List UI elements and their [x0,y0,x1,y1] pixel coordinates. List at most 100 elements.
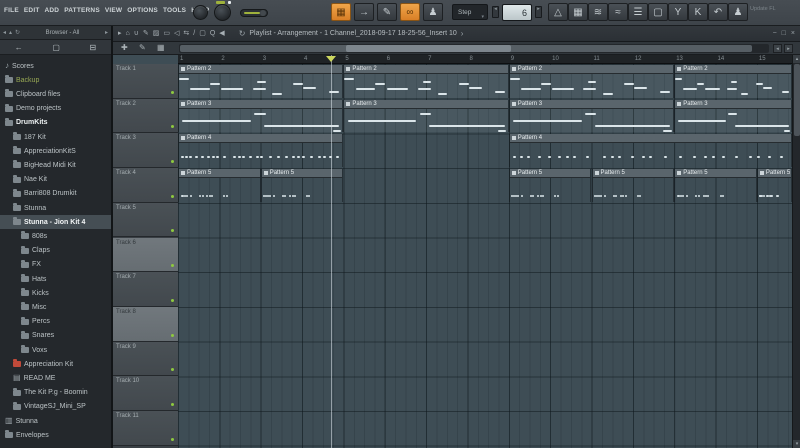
draw-mode-button[interactable]: ✎ [377,3,397,21]
tuning-fork-button[interactable]: Y [668,3,688,21]
track-enable-led[interactable] [171,195,174,198]
pattern-clip[interactable]: Pattern 2 [674,65,792,98]
browser-item[interactable]: Kicks [0,286,111,300]
browser-item[interactable]: Backup [0,73,111,87]
pattern-clip[interactable]: Pattern 2 [178,65,343,98]
track-enable-led[interactable] [171,264,174,267]
menu-add[interactable]: ADD [45,7,60,14]
menu-view[interactable]: VIEW [105,7,122,14]
browser-item[interactable]: BigHead Midi Kit [0,158,111,172]
menu-patterns[interactable]: PATTERNS [64,7,100,14]
browser-item[interactable]: Clipboard files [0,87,111,101]
track-header[interactable]: Track 6 [113,238,178,273]
vertical-scrollbar-thumb[interactable] [794,64,800,136]
detach-icon[interactable]: ▸ [118,27,122,41]
track-header[interactable]: Track 5 [113,203,178,238]
draw-icon[interactable]: ✎ [143,27,149,41]
grid-options-icon[interactable]: ▦ [157,43,165,52]
track-header[interactable]: Track 4 [113,168,178,203]
horizontal-scrollbar-thumb[interactable] [180,45,752,52]
clip-titlebar[interactable]: Pattern 5 [179,169,260,178]
clip-titlebar[interactable]: Pattern 3 [510,100,673,109]
list-button[interactable]: ☰ [628,3,648,21]
update-notice[interactable]: Update FL [750,6,796,13]
browser-title[interactable]: Browser - All [23,30,102,36]
browser-item[interactable]: Hats [0,272,111,286]
scroll-right-button[interactable]: ▸ [784,44,793,53]
pattern-clip[interactable]: Pattern 5 [509,169,592,202]
link-button[interactable]: ∞ [400,3,420,21]
pattern-plus-button[interactable]: ▸ [535,6,542,18]
typing-piano-button[interactable]: ▦ [568,3,588,21]
menu-file[interactable]: FILE [4,7,19,14]
menu-options[interactable]: OPTIONS [127,7,158,14]
browser-item[interactable]: Barri808 Drumkit [0,187,111,201]
browser-item[interactable]: ▥Stunna [0,414,111,428]
track-enable-led[interactable] [171,229,174,232]
pattern-clip[interactable]: Pattern 5 [178,169,261,202]
clip-titlebar[interactable]: Pattern 5 [593,169,674,178]
typing-keyboard-button[interactable]: ▦ [331,3,351,21]
track-header[interactable]: Track 10 [113,376,178,411]
pattern-clip[interactable]: Pattern 5 [592,169,675,202]
pattern-clip[interactable]: Pattern 4 [509,134,792,167]
browser-item[interactable]: The Kit P.g - Boomin [0,386,111,400]
slice-icon[interactable]: / [193,27,195,41]
track-header[interactable]: Track 2 [113,99,178,134]
document-button[interactable]: ▢ [648,3,668,21]
master-slider-handle[interactable] [260,10,266,16]
chevron-right-icon[interactable]: › [461,29,464,38]
browser-item[interactable]: Envelopes [0,428,111,442]
browser-item[interactable]: AppreciationKitS [0,144,111,158]
browser-item[interactable]: Stunna [0,201,111,215]
clip-titlebar[interactable]: Pattern 5 [510,169,591,178]
mute-icon[interactable]: ◁ [174,27,179,41]
browser-item[interactable]: ▤READ ME [0,371,111,385]
slip-icon[interactable]: ⇆ [183,27,189,41]
main-pitch-knob[interactable] [214,4,231,21]
clip-titlebar[interactable]: Pattern 2 [675,65,791,74]
track-enable-led[interactable] [171,299,174,302]
track-header[interactable]: Track 8 [113,307,178,342]
pattern-clip[interactable]: Pattern 3 [343,100,508,133]
track-enable-led[interactable] [171,91,174,94]
main-volume-knob[interactable] [193,5,208,20]
browser-item[interactable]: Percs [0,315,111,329]
arrangement-picker-icon[interactable]: ↻ [239,29,246,38]
playlist-titlebar[interactable]: ▸⌂∪✎▨▭◁⇆/▢Q◀ ↻ Playlist - Arrangement - … [113,26,800,42]
track-header[interactable]: Track 11 [113,411,178,446]
user-button[interactable]: ♟ [728,3,748,21]
clip-titlebar[interactable]: Pattern 2 [510,65,673,74]
browser-up-icon[interactable]: ▴ [9,29,12,36]
scroll-left-button[interactable]: ◂ [773,44,782,53]
browser-item[interactable]: VintageSJ_Mini_SP [0,400,111,414]
scroll-up-button[interactable]: ▴ [793,55,800,63]
clip-titlebar[interactable]: Pattern 5 [675,169,756,178]
walking-button[interactable]: K [688,3,708,21]
track-header[interactable]: Track 1 [113,64,178,99]
browser-structure-icon[interactable]: ⊟ [90,43,97,52]
browser-item[interactable]: Snares [0,329,111,343]
track-header[interactable]: Track 9 [113,342,178,377]
track-enable-led[interactable] [171,125,174,128]
pattern-clip[interactable]: Pattern 3 [509,100,674,133]
track-enable-led[interactable] [171,438,174,441]
magnet-icon[interactable]: ∪ [134,27,139,41]
track-enable-led[interactable] [171,368,174,371]
playlist-grid[interactable]: Pattern 2Pattern 2Pattern 2Pattern 2Patt… [178,64,792,448]
pattern-clip[interactable]: Pattern 5 [757,169,792,202]
browser-item[interactable]: DrumKits [0,116,111,130]
browser-item[interactable]: Stunna - Jion Kit 4 [0,215,111,229]
vertical-scrollbar[interactable]: ▴ ▾ [792,55,800,448]
playback-icon[interactable]: ◀ [219,27,224,41]
timeline-ruler[interactable]: 123456789101112131415 [178,55,792,64]
blend-notes-button[interactable]: ≋ [588,3,608,21]
pattern-minus-button[interactable]: ◂ [492,6,499,18]
paint-icon[interactable]: ▨ [153,27,160,41]
clip-titlebar[interactable]: Pattern 3 [344,100,507,109]
track-header[interactable]: Track 3 [113,133,178,168]
pattern-clip[interactable]: Pattern 5 [674,169,757,202]
track-enable-led[interactable] [171,160,174,163]
master-slider[interactable] [240,9,268,17]
undo-button[interactable]: ↶ [708,3,728,21]
